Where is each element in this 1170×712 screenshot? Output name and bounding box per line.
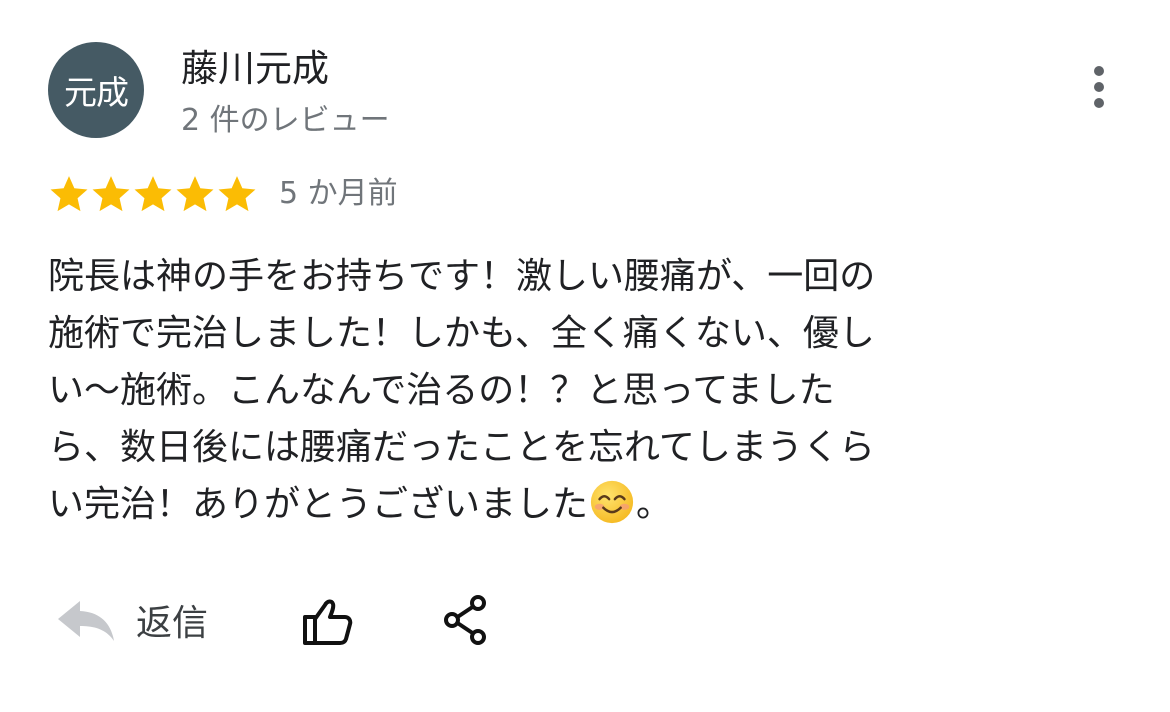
star-icon-2 [92,176,130,212]
share-icon[interactable] [441,593,491,647]
more-vert-icon-dot-3 [1094,98,1104,108]
review-text-line-content: い完治！ありがとうございました [48,484,589,525]
review-text-line: 施術で完治しました！しかも、全く痛くない、優し [48,313,875,354]
review-text-line: い〜施術。こんなんで治るの！？と思ってました [48,370,835,411]
more-vert-icon-dot-2 [1094,82,1104,92]
star-icon-3 [134,176,172,212]
review-count: 2 件のレビュー [181,103,390,138]
reply-arrow-icon [58,601,114,641]
review-text-line-last: い完治！ありがとうございました 。 [48,476,875,533]
reviewer-name[interactable]: 藤川元成 [181,46,329,92]
avatar-text: 元成 [64,73,129,112]
smiling-face-emoji-icon [590,480,634,524]
reply-label: 返信 [136,603,209,644]
thumbs-up-icon[interactable] [300,593,356,649]
review-text-tail: 。 [636,484,673,525]
more-options-button[interactable] [1078,60,1120,114]
star-icon-5 [218,176,256,212]
review-text-line: ら、数日後には腰痛だったことを忘れてしまうくら [48,427,875,468]
review-card: 元成 藤川元成 2 件のレビュー 5 か月前 院長は神の手をお持ちです！激しい腰… [0,0,1170,712]
review-text: 院長は神の手をお持ちです！激しい腰痛が、一回の 施術で完治しました！しかも、全く… [48,248,875,533]
avatar[interactable]: 元成 [48,42,144,138]
more-vert-icon-dot-1 [1094,66,1104,76]
star-icon-1 [50,176,88,212]
star-icon-4 [176,176,214,212]
review-date: 5 か月前 [279,176,398,211]
star-rating [48,173,258,215]
review-text-line: 院長は神の手をお持ちです！激しい腰痛が、一回の [48,256,876,297]
reply-button[interactable]: 返信 [48,585,208,655]
